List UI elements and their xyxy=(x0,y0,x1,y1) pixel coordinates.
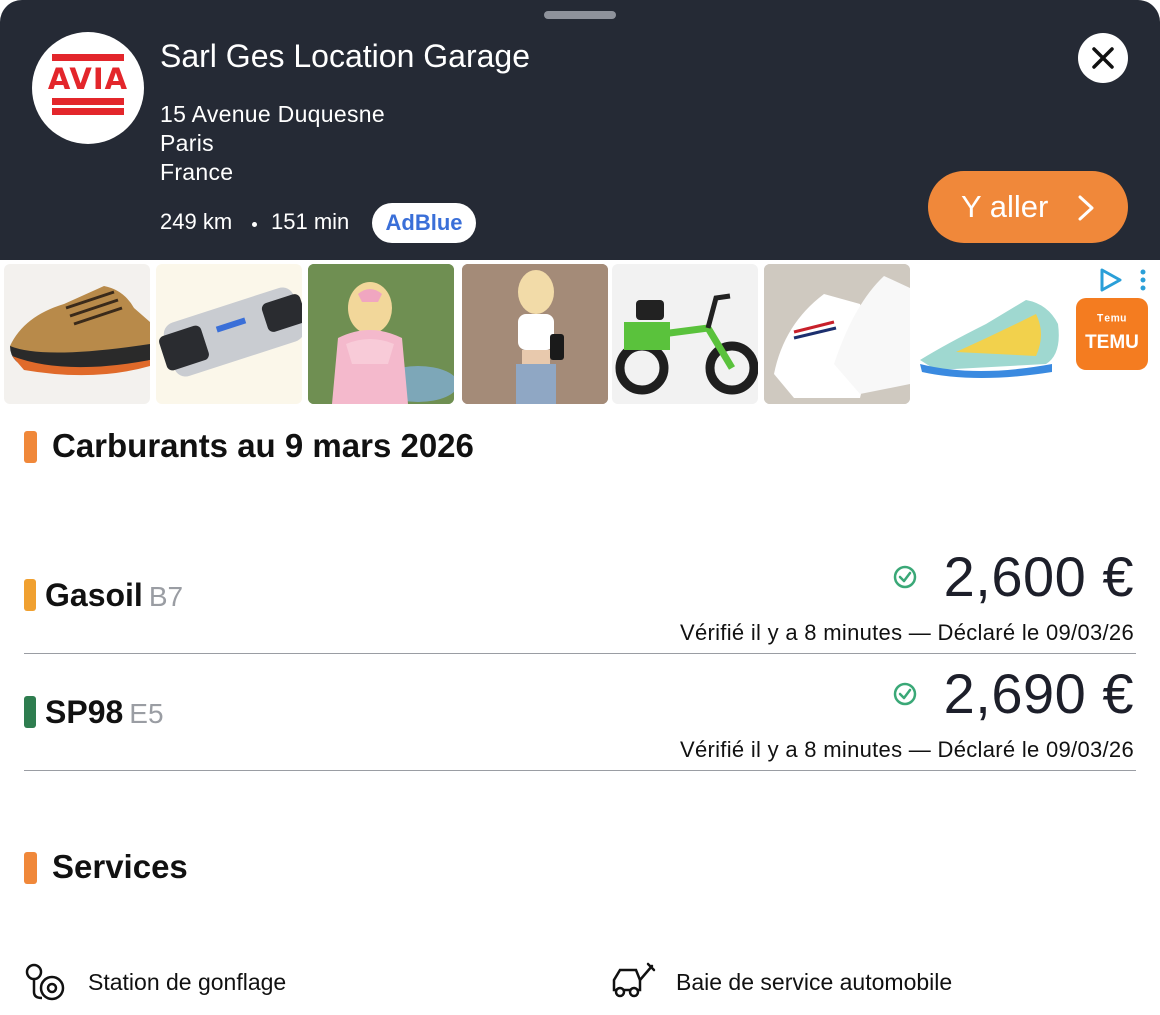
distance: 249 km xyxy=(160,209,233,234)
sheet-grabber[interactable] xyxy=(544,11,616,19)
advertiser-logo[interactable]: ᵀᵉᵐᵘ TEMU xyxy=(1076,298,1148,370)
car-service-icon xyxy=(612,962,656,998)
logo-bar-top xyxy=(52,54,124,61)
meta-separator xyxy=(252,222,257,227)
section-marker xyxy=(24,431,37,463)
verified-check-icon xyxy=(893,682,917,706)
verified-check-icon xyxy=(893,565,917,589)
station-name: Sarl Ges Location Garage xyxy=(160,38,530,74)
fuel-name: SP98 xyxy=(45,694,124,730)
ad-choices-icon xyxy=(1100,268,1146,292)
ad-product-running-shoe[interactable] xyxy=(916,264,1062,404)
ad-banner[interactable]: ᵀᵉᵐᵘ TEMU xyxy=(0,260,1160,410)
fuel-verified-text: Vérifié il y a 8 minutes — Déclaré le 09… xyxy=(679,620,1134,645)
brand-logo-text: AVIA xyxy=(47,62,129,96)
tire-pressure-icon xyxy=(25,963,65,1001)
fuel-row-gasoil[interactable]: Gasoil B7 xyxy=(45,577,183,614)
services-section-title: Services xyxy=(52,848,188,885)
fuel-code: B7 xyxy=(148,581,184,612)
ad-product-hiking-shoe[interactable] xyxy=(4,264,150,404)
go-button[interactable]: Y aller xyxy=(928,171,1128,243)
go-button-label: Y aller xyxy=(961,189,1049,224)
divider xyxy=(24,770,1136,771)
close-icon xyxy=(1092,47,1114,69)
section-marker xyxy=(24,852,37,884)
address-country: France xyxy=(160,159,234,185)
fuel-price: 2,600 € xyxy=(943,545,1134,608)
advertiser-logo-text: TEMU xyxy=(1085,332,1139,353)
service-tire-inflation: Station de gonflage xyxy=(88,969,287,995)
fuel-row-sp98[interactable]: SP98 E5 xyxy=(45,694,164,731)
advertiser-logo-mark: ᵀᵉᵐᵘ xyxy=(1096,312,1128,329)
chevron-right-icon xyxy=(1078,195,1094,221)
ad-product-usb-card-reader[interactable] xyxy=(156,264,302,404)
ad-product-green-electric-trike[interactable] xyxy=(612,264,758,404)
service-car-bay: Baie de service automobile xyxy=(676,969,953,995)
ad-product-crop-top-outfit[interactable] xyxy=(462,264,608,404)
address-city: Paris xyxy=(160,130,214,156)
fuels-section-title: Carburants au 9 mars 2026 xyxy=(52,427,474,464)
close-button[interactable] xyxy=(1078,33,1128,83)
fuel-code: E5 xyxy=(129,698,164,729)
fuel-verified-text: Vérifié il y a 8 minutes — Déclaré le 09… xyxy=(679,737,1134,762)
ad-product-white-sneakers[interactable] xyxy=(764,264,910,404)
ad-product-pink-dress[interactable] xyxy=(308,264,454,404)
fuel-price: 2,690 € xyxy=(943,662,1134,725)
fuel-color-marker xyxy=(24,696,36,728)
station-header: AVIA Sarl Ges Location Garage 15 Avenue … xyxy=(0,0,1160,260)
fuel-color-marker xyxy=(24,579,36,611)
adblue-badge: AdBlue xyxy=(372,203,476,243)
duration: 151 min xyxy=(271,209,350,234)
fuel-name: Gasoil xyxy=(45,577,143,613)
logo-bar-bottom xyxy=(52,108,124,115)
brand-logo: AVIA xyxy=(32,32,144,144)
logo-bar-mid xyxy=(52,98,124,105)
divider xyxy=(24,653,1136,654)
ad-choices[interactable] xyxy=(1100,266,1152,299)
address-street: 15 Avenue Duquesne xyxy=(160,101,385,127)
